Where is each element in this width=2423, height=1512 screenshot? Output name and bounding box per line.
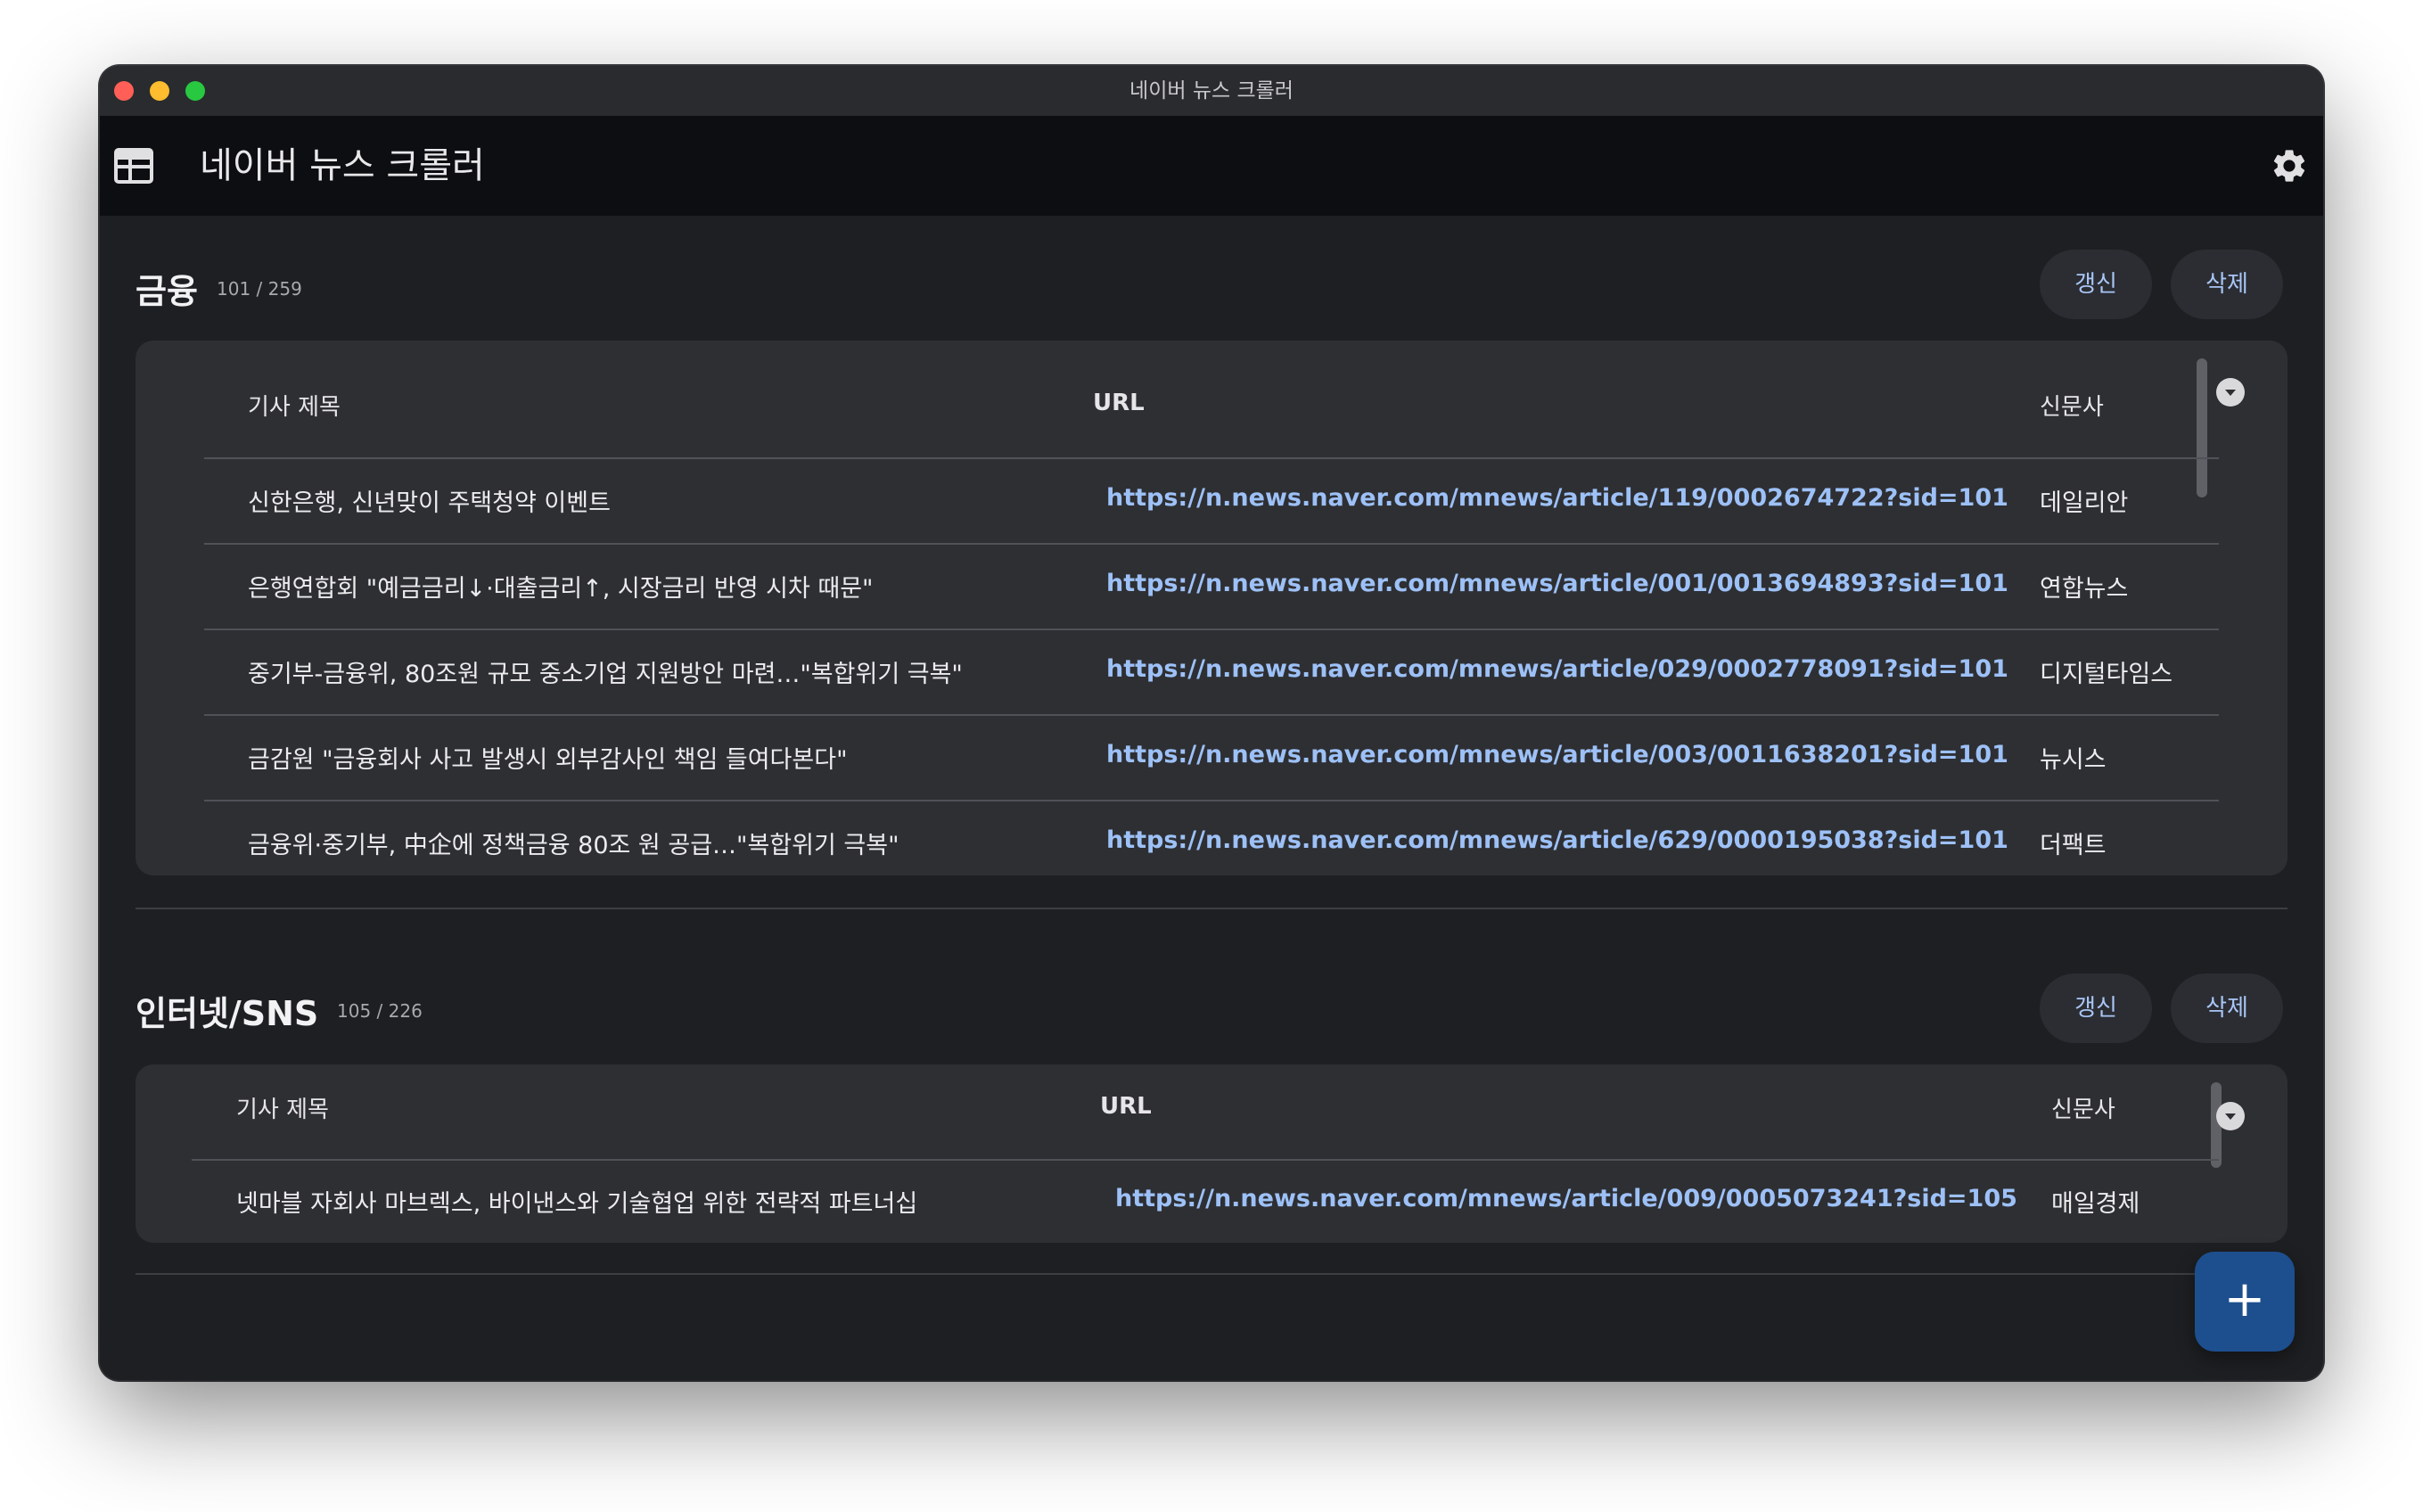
- delete-button[interactable]: 삭제: [2171, 974, 2283, 1043]
- column-header-title[interactable]: 기사 제목: [236, 1091, 329, 1124]
- window-titlebar: 네이버 뉴스 크롤러: [100, 66, 2323, 116]
- table-scrollbar[interactable]: [2197, 358, 2207, 497]
- article-url-link[interactable]: https://n.news.naver.com/mnews/article/1…: [1106, 484, 2008, 512]
- column-header-press[interactable]: 신문사: [2040, 389, 2104, 422]
- article-url-link[interactable]: https://n.news.naver.com/mnews/article/0…: [1106, 570, 2008, 597]
- article-title: 넷마블 자회사 마브렉스, 바이낸스와 기술협업 위한 전략적 파트너십: [236, 1190, 918, 1218]
- window-title: 네이버 뉴스 크롤러: [1129, 79, 1294, 103]
- row-divider: [204, 714, 2219, 716]
- article-title: 신한은행, 신년맞이 주택청약 이벤트: [248, 489, 611, 517]
- column-header-url[interactable]: URL: [1100, 1093, 1152, 1120]
- refresh-button[interactable]: 갱신: [2040, 250, 2152, 319]
- article-url-link[interactable]: https://n.news.naver.com/mnews/article/6…: [1106, 826, 2008, 854]
- article-title: 은행연합회 "예금금리↓·대출금리↑, 시장금리 반영 시차 때문": [248, 575, 874, 603]
- refresh-button[interactable]: 갱신: [2040, 974, 2152, 1043]
- main-content: 금융 101 / 259 갱신 삭제 기사 제목 URL 신문사 신한은행, 신…: [100, 216, 2323, 1380]
- row-divider: [204, 629, 2219, 630]
- article-press: 연합뉴스: [2040, 575, 2129, 603]
- section-count: 101 / 259: [217, 278, 302, 300]
- column-menu-button[interactable]: [2216, 378, 2245, 407]
- article-title: 금융위·중기부, 中企에 정책금융 80조 원 공급…"복합위기 극복": [248, 832, 899, 859]
- delete-button[interactable]: 삭제: [2171, 250, 2283, 319]
- column-header-press[interactable]: 신문사: [2051, 1091, 2115, 1124]
- articles-table: 기사 제목 URL 신문사 넷마블 자회사 마브렉스, 바이낸스와 기술협업 위…: [136, 1064, 2287, 1243]
- article-press: 데일리안: [2040, 489, 2129, 517]
- header-divider: [192, 1159, 2219, 1161]
- table-icon: [114, 148, 153, 184]
- article-url-link[interactable]: https://n.news.naver.com/mnews/article/0…: [1106, 655, 2008, 683]
- row-divider: [204, 543, 2219, 545]
- article-url-link[interactable]: https://n.news.naver.com/mnews/article/0…: [1106, 741, 2008, 768]
- section-divider: [136, 1273, 2287, 1275]
- article-press: 매일경제: [2051, 1190, 2140, 1218]
- app-window: 네이버 뉴스 크롤러 네이버 뉴스 크롤러 금융 101 / 259 갱신 삭제…: [100, 66, 2323, 1380]
- column-header-title[interactable]: 기사 제목: [248, 389, 341, 422]
- section-title: 금융: [136, 272, 198, 311]
- articles-table: 기사 제목 URL 신문사 신한은행, 신년맞이 주택청약 이벤트 https:…: [136, 341, 2287, 875]
- add-section-button[interactable]: +: [2195, 1252, 2295, 1352]
- article-press: 디지털타임스: [2040, 661, 2173, 688]
- gear-icon[interactable]: [2270, 146, 2309, 185]
- article-title: 중기부-금융위, 80조원 규모 중소기업 지원방안 마련…"복합위기 극복": [248, 661, 963, 688]
- app-bar: 네이버 뉴스 크롤러: [100, 116, 2323, 216]
- row-divider: [204, 800, 2219, 801]
- section-title: 인터넷/SNS: [136, 994, 319, 1033]
- article-press: 뉴시스: [2040, 746, 2107, 774]
- article-url-link[interactable]: https://n.news.naver.com/mnews/article/0…: [1115, 1185, 2017, 1212]
- app-title: 네이버 뉴스 크롤러: [200, 145, 485, 186]
- column-header-url[interactable]: URL: [1093, 390, 1145, 416]
- column-menu-button[interactable]: [2216, 1102, 2245, 1130]
- section-count: 105 / 226: [337, 1000, 423, 1022]
- article-title: 금감원 "금융회사 사고 발생시 외부감사인 책임 들여다본다": [248, 746, 848, 774]
- article-press: 더팩트: [2040, 832, 2107, 859]
- section-divider: [136, 908, 2287, 909]
- header-divider: [204, 457, 2219, 459]
